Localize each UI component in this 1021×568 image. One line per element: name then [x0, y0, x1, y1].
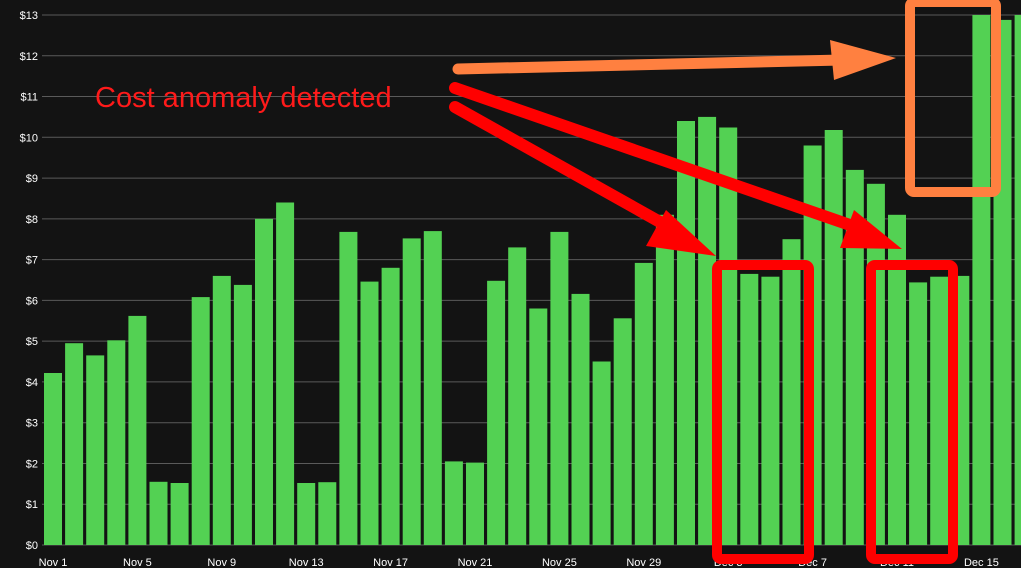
- bar: [423, 231, 442, 545]
- y-tick-label: $7: [26, 255, 38, 267]
- bar: [233, 284, 252, 545]
- bar: [276, 202, 295, 545]
- arrow-red-2-shaft: [449, 82, 856, 231]
- y-tick-label: $8: [26, 214, 38, 226]
- y-tick-label: $0: [26, 540, 38, 552]
- x-tick-label: Nov 1: [39, 557, 68, 568]
- x-tick-label: Nov 25: [542, 557, 577, 568]
- bar: [212, 275, 231, 545]
- x-tick-label: Dec 15: [964, 557, 999, 568]
- bar: [909, 282, 928, 545]
- bar: [824, 130, 843, 545]
- bar: [1014, 15, 1021, 545]
- bar: [571, 293, 590, 545]
- bar: [444, 461, 463, 545]
- bar: [170, 483, 189, 545]
- bar: [297, 483, 316, 545]
- bar: [360, 281, 379, 545]
- x-tick-label: Nov 29: [626, 557, 661, 568]
- bar: [44, 373, 62, 545]
- bar: [339, 231, 358, 545]
- x-tick-label: Nov 17: [373, 557, 408, 568]
- bar: [487, 280, 506, 545]
- annotation-label: Cost anomaly detected: [95, 82, 392, 114]
- y-tick-label: $9: [26, 173, 38, 185]
- bar: [402, 238, 421, 545]
- bar: [550, 231, 569, 545]
- y-tick-label: $13: [20, 10, 38, 22]
- x-axis-ticks: Nov 1 Nov 5 Nov 9 Nov 13 Nov 17 Nov 21 Nov 25 N…: [39, 557, 999, 568]
- bar: [930, 276, 949, 545]
- bar: [255, 218, 273, 546]
- bar: [655, 214, 674, 546]
- arrow-orange-shaft: [452, 54, 848, 75]
- bar: [782, 239, 801, 545]
- bar: [972, 15, 991, 545]
- bar: [107, 340, 126, 545]
- bar: [634, 262, 653, 545]
- bar: [740, 273, 759, 545]
- bar: [761, 276, 780, 545]
- bar: [65, 343, 84, 545]
- arrow-orange-head: [830, 40, 896, 80]
- bar: [677, 121, 695, 545]
- bar: [529, 308, 548, 545]
- y-tick-label: $12: [20, 51, 38, 63]
- bar: [128, 315, 147, 545]
- x-tick-label: Nov 9: [207, 557, 236, 568]
- bar: [613, 318, 632, 545]
- bar: [86, 355, 105, 545]
- bar: [191, 297, 210, 545]
- y-axis-ticks: $0 $1 $2 $3 $4 $5 $6 $7 $8 $9 $10 $11 $12 $13: [20, 10, 38, 552]
- y-tick-label: $1: [26, 499, 38, 511]
- bar: [381, 267, 400, 545]
- bar: [318, 482, 337, 545]
- y-tick-label: $6: [26, 295, 38, 307]
- x-tick-label: Nov 21: [458, 557, 493, 568]
- x-tick-label: Nov 5: [123, 557, 152, 568]
- x-tick-label: Nov 13: [289, 557, 324, 568]
- y-tick-label: $3: [26, 418, 38, 430]
- bar-chart-svg: $0$1$2$3$4$5$6$7$8$9$10$11$12$13 Nov 1 No…: [20, 0, 1021, 568]
- bar: [466, 462, 484, 545]
- bar: [508, 247, 527, 545]
- y-tick-label: $10: [20, 132, 38, 144]
- y-tick-label: $5: [26, 336, 38, 348]
- cost-chart: $0 $1 $2 $3 $4 $5 $6 $7 $8 $9 $10 $11 $12 $13 Nov 1 No…: [0, 0, 1021, 568]
- y-tick-label: $4: [26, 377, 38, 389]
- bar: [592, 361, 611, 545]
- y-tick-label: $11: [20, 92, 38, 104]
- y-tick-label: $2: [26, 458, 38, 470]
- bar: [149, 481, 168, 545]
